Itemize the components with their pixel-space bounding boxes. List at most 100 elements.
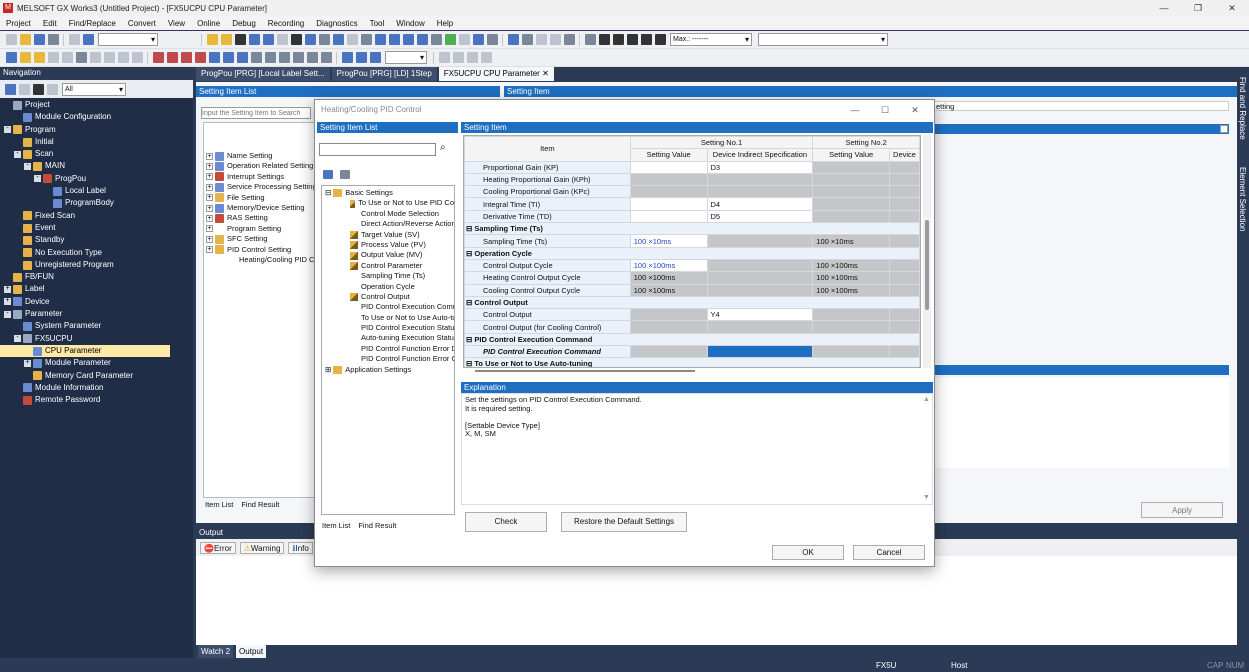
indirect-device-1[interactable]	[706, 271, 814, 285]
tab-find-result[interactable]: Find Result	[241, 500, 279, 509]
setting-value-1[interactable]	[629, 320, 708, 334]
func9-icon[interactable]	[320, 52, 332, 63]
device-2[interactable]	[889, 258, 920, 273]
expander-icon[interactable]: -	[14, 334, 21, 343]
nav-item-parameter[interactable]: - Parameter	[0, 308, 193, 320]
cpu-setting-item[interactable]: + Memory/Device Setting	[206, 203, 317, 213]
setting-value-1[interactable]	[629, 197, 708, 211]
grid-row[interactable]: ⊟ Control Output	[464, 295, 920, 310]
expander-icon[interactable]: -	[24, 162, 31, 171]
warning-filter-button[interactable]: ⚠Warning	[239, 542, 285, 554]
tool-d-icon[interactable]	[89, 52, 101, 63]
cpu-setting-item[interactable]: + SFC Setting	[206, 234, 317, 244]
diag2-icon[interactable]	[521, 34, 533, 45]
func5-icon[interactable]	[264, 52, 276, 63]
menu-item-convert[interactable]: Convert	[122, 19, 162, 28]
dialog-tree-item[interactable]: PID Control Execution Status	[322, 323, 454, 333]
apply-button[interactable]: Apply	[1141, 502, 1223, 518]
expander-icon[interactable]: +	[206, 163, 213, 171]
setting-value-2[interactable]	[812, 308, 891, 322]
dialog-close-button[interactable]: ✕	[900, 100, 930, 120]
device-2[interactable]	[889, 234, 920, 248]
grid-row[interactable]: ⊟ PID Control Execution Command	[464, 332, 920, 347]
step-icon[interactable]	[584, 34, 596, 45]
cpu-setting-item[interactable]: + Service Processing Setting	[206, 182, 317, 192]
grid-vscroll-thumb[interactable]	[925, 220, 929, 310]
setting-value-1[interactable]: 100 ×100ms	[629, 271, 708, 285]
indirect-device-1[interactable]	[706, 320, 814, 334]
setting-value-2[interactable]: 100 ×100ms	[812, 258, 891, 273]
undo-icon[interactable]	[68, 34, 80, 45]
tool-h-icon[interactable]	[438, 52, 450, 63]
dialog-tree-item[interactable]: PID Control Execution Comma	[322, 302, 454, 312]
dialog-tree-item[interactable]: ⊞ Application Settings	[322, 365, 454, 375]
zoom-fit-icon[interactable]	[369, 52, 381, 63]
setting-value-2[interactable]: 100 ×100ms	[812, 283, 891, 297]
setting-value-1[interactable]	[629, 308, 708, 322]
monitor-icon[interactable]	[346, 34, 358, 45]
grid-row[interactable]: ⊟ Sampling Time (Ts)	[464, 222, 920, 236]
device-2[interactable]	[889, 320, 920, 334]
nav-item-fixed-scan[interactable]: Fixed Scan	[0, 210, 193, 222]
label-icon[interactable]	[220, 34, 232, 45]
gear-icon[interactable]	[32, 83, 44, 95]
contact-icon[interactable]	[152, 52, 164, 63]
tab-local-label[interactable]: ProgPou [PRG] [Local Label Sett...	[196, 67, 330, 81]
check-button[interactable]: Check	[465, 512, 547, 532]
device-2[interactable]	[889, 345, 920, 359]
device-2[interactable]	[889, 308, 920, 322]
expander-icon[interactable]: +	[206, 204, 213, 212]
nav-item-memory-card-parameter[interactable]: Memory Card Parameter	[0, 370, 193, 382]
verify-icon[interactable]	[416, 34, 428, 45]
cpu-setting-item[interactable]: + Operation Related Setting	[206, 161, 317, 172]
tool-j-icon[interactable]	[466, 52, 478, 63]
grid-row[interactable]: PID Control Execution Command	[464, 345, 920, 359]
grid-row[interactable]: Heating Proportional Gain (KPh)	[464, 172, 920, 187]
grid-row[interactable]: Heating Control Output Cycle 100 ×100ms 10…	[464, 271, 920, 285]
expander-icon[interactable]: +	[206, 183, 213, 191]
tab-watch-2[interactable]: Watch 2	[198, 645, 234, 658]
cpu-setting-item[interactable]: + File Setting	[206, 193, 317, 203]
nav-item-system-parameter[interactable]: System Parameter	[0, 320, 193, 332]
setting-value-2[interactable]	[812, 197, 891, 211]
setting-value-1[interactable]: 100 ×10ms	[629, 234, 708, 248]
toolbar-combo-2[interactable]	[758, 33, 888, 46]
explain-scroll-up-icon[interactable]: ▲	[923, 396, 930, 403]
nav-filter-select[interactable]: All	[62, 82, 126, 96]
setting-value-2[interactable]	[812, 209, 891, 224]
setting-value-2[interactable]	[812, 345, 891, 359]
cpu-setting-item[interactable]: + RAS Setting	[206, 213, 317, 224]
tool-g-icon[interactable]	[131, 52, 143, 63]
menu-item-view[interactable]: View	[162, 19, 191, 28]
menu-item-debug[interactable]: Debug	[226, 19, 262, 28]
device-2[interactable]	[889, 209, 920, 224]
cpu-setting-item[interactable]: + Interrupt Settings	[206, 172, 317, 182]
dialog-tree-item[interactable]: To Use or Not to Use Auto-tu	[322, 313, 454, 323]
indirect-device-1[interactable]: D3	[706, 160, 814, 174]
cpu-setting-item[interactable]: + PID Control Setting	[206, 245, 317, 255]
setting-value-1[interactable]	[629, 209, 708, 224]
nav-item-event[interactable]: Event	[0, 222, 193, 234]
func6-icon[interactable]	[278, 52, 290, 63]
dialog-tree-item[interactable]: To Use or Not to Use PID Co	[322, 198, 454, 208]
nav-item-main[interactable]: - MAIN	[0, 160, 193, 172]
sim-icon[interactable]	[486, 34, 498, 45]
find-and-replace-tab[interactable]: Find and Replace	[1238, 77, 1247, 140]
tool-b-icon[interactable]	[61, 52, 73, 63]
expander-icon[interactable]: -	[14, 150, 21, 158]
grid-hscroll-thumb[interactable]	[475, 370, 695, 372]
tool-e-icon[interactable]	[103, 52, 115, 63]
cpu-setting-item[interactable]: + Name Setting	[206, 151, 317, 161]
device-2[interactable]	[889, 185, 920, 199]
tab-cpu-parameter[interactable]: FX5UCPU CPU Parameter ✕	[438, 67, 554, 81]
tool-i-icon[interactable]	[452, 52, 464, 63]
indirect-device-1[interactable]	[706, 258, 814, 273]
nav-item-scan[interactable]: - Scan	[0, 148, 193, 160]
info-filter-button[interactable]: ℹInfo	[288, 542, 313, 554]
ok-button[interactable]: OK	[772, 545, 844, 560]
ladder-icon[interactable]	[234, 34, 246, 45]
setting-value-1[interactable]: 100 ×100ms	[629, 283, 708, 297]
contact2-icon[interactable]	[166, 52, 178, 63]
nav-tool2-icon[interactable]	[18, 83, 30, 95]
tool-c-icon[interactable]	[75, 52, 87, 63]
